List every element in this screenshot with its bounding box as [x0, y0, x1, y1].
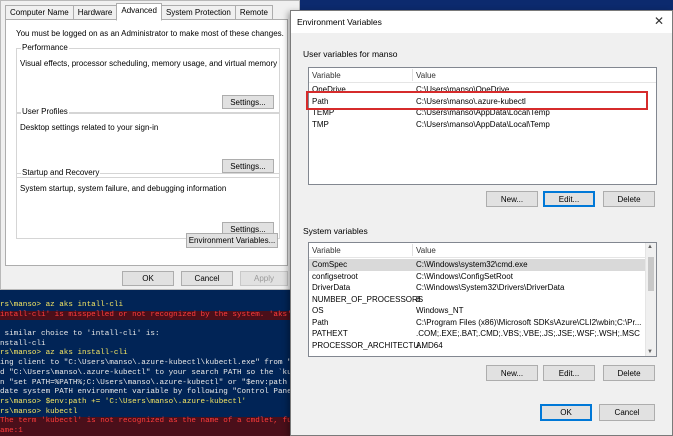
sysprops-cancel-button[interactable]: Cancel [181, 271, 233, 286]
environment-variables-button[interactable]: Environment Variables... [186, 233, 278, 248]
user-delete-button[interactable]: Delete [603, 191, 655, 207]
system-col-variable: Variable [312, 246, 341, 255]
path-highlight-box [306, 91, 648, 110]
terminal-line: similar choice to 'intall-cli' is: [0, 330, 160, 339]
tab-computer-name[interactable]: Computer Name [5, 5, 74, 20]
system-variable-var-name: configsetroot [312, 271, 358, 281]
dialog-title: Environment Variables [297, 17, 382, 27]
terminal-line: intall-cli' is misspelled or not recogni… [0, 310, 305, 321]
system-variable-var-value: Windows_NT [416, 306, 464, 315]
terminal-line: ame:1 [0, 426, 305, 436]
terminal-line: The term 'kubectl' is not recognized as … [0, 417, 305, 427]
tab-remote[interactable]: Remote [234, 5, 273, 20]
performance-desc: Visual effects, processor scheduling, me… [20, 59, 278, 68]
system-properties-dialog: Computer Name Hardware Advanced System P… [0, 0, 300, 290]
user-new-button[interactable]: New... [486, 191, 538, 207]
admin-note: You must be logged on as an Administrato… [16, 29, 284, 38]
terminal-line: rs\manso> $env:path += 'C:\Users\manso\.… [0, 397, 247, 406]
powershell-terminal[interactable]: rs\manso> az aks intall-cli intall-cli' i… [0, 285, 305, 436]
system-variable-var-value: C:\Program Files (x86)\Microsoft SDKs\Az… [416, 317, 642, 327]
system-variable-var-name: DriverData [312, 283, 351, 292]
system-new-button[interactable]: New... [486, 365, 538, 381]
user-profiles-desc: Desktop settings related to your sign-in [20, 123, 159, 132]
scroll-thumb[interactable] [648, 257, 654, 291]
system-variable-var-name: PATHEXT [312, 329, 348, 338]
system-variable-row[interactable]: PROCESSOR_ARCHITECTU... AMD64 [309, 340, 656, 352]
startup-recovery-title: Startup and Recovery [21, 168, 101, 177]
title-bar: Environment Variables ✕ [291, 11, 672, 33]
advanced-tab-panel: You must be logged on as an Administrato… [5, 19, 288, 266]
terminal-line: d "C:\Users\manso\.azure-kubectl" to you… [0, 368, 305, 377]
user-variables-list[interactable]: Variable Value OneDrive C:\Users\manso\On… [308, 67, 657, 185]
system-variable-var-value: C:\Windows\ConfigSetRoot [416, 271, 513, 281]
system-variable-row[interactable]: OS Windows_NT [309, 305, 656, 317]
tab-strip: Computer Name Hardware Advanced System P… [5, 3, 273, 21]
sysprops-ok-button[interactable]: OK [122, 271, 174, 286]
system-variable-row[interactable]: Path C:\Program Files (x86)\Microsoft SDK… [309, 317, 656, 329]
close-icon[interactable]: ✕ [654, 14, 664, 28]
system-variable-var-name: PROCESSOR_ARCHITECTU... [312, 340, 426, 350]
user-variable-var-name: TMP [312, 119, 329, 129]
user-col-value: Value [416, 71, 436, 80]
user-list-header: Variable Value [309, 68, 656, 83]
system-variable-row[interactable]: NUMBER_OF_PROCESSORS 8 [309, 294, 656, 306]
terminal-line: rs\manso> kubectl [0, 407, 78, 416]
environment-variables-dialog: Environment Variables ✕ User variables f… [290, 10, 673, 436]
scroll-up-icon[interactable]: ▲ [647, 244, 653, 250]
system-variable-var-name: Path [312, 317, 329, 327]
terminal-line: n "set PATH=%PATH%;C:\Users\manso\.azure… [0, 378, 305, 387]
user-col-variable: Variable [312, 71, 341, 80]
user-profiles-settings-button[interactable]: Settings... [222, 159, 274, 173]
terminal-line: nstall-cli [0, 339, 46, 348]
env-cancel-button[interactable]: Cancel [599, 404, 655, 421]
system-variable-row[interactable]: ComSpec C:\Windows\system32\cmd.exe [309, 259, 656, 271]
performance-group: Performance Visual effects, processor sc… [16, 43, 280, 114]
terminal-line: rs\manso> az aks install-cli [0, 349, 128, 358]
terminal-line: ing client to "C:\Users\manso\.azure-kub… [0, 359, 305, 368]
system-variable-var-name: ComSpec [312, 260, 348, 269]
tab-hardware[interactable]: Hardware [72, 5, 118, 20]
user-variable-row[interactable]: TMP C:\Users\manso\AppData\Local\Temp [309, 119, 656, 131]
system-variable-var-value: 8 [416, 294, 421, 304]
startup-recovery-desc: System startup, system failure, and debu… [20, 184, 227, 193]
tab-advanced[interactable]: Advanced [116, 3, 162, 21]
tab-system-protection[interactable]: System Protection [160, 5, 236, 20]
performance-settings-button[interactable]: Settings... [222, 95, 274, 109]
system-delete-button[interactable]: Delete [603, 365, 655, 381]
system-variables-label: System variables [303, 226, 368, 236]
system-edit-button[interactable]: Edit... [543, 365, 595, 381]
system-col-value: Value [416, 246, 436, 255]
sysprops-apply-button[interactable]: Apply [240, 271, 288, 286]
system-variable-var-value: C:\Windows\System32\Drivers\DriverData [416, 283, 565, 292]
user-edit-button[interactable]: Edit... [543, 191, 595, 207]
user-profiles-title: User Profiles [21, 107, 69, 116]
user-variables-label: User variables for manso [303, 49, 398, 59]
env-ok-button[interactable]: OK [540, 404, 592, 421]
system-variable-row[interactable]: PATHEXT .COM;.EXE;.BAT;.CMD;.VBS;.VBE;.JS… [309, 328, 656, 340]
system-list-header: Variable Value [309, 243, 656, 258]
system-variable-var-value: C:\Windows\system32\cmd.exe [416, 260, 528, 269]
startup-recovery-group: Startup and Recovery System startup, sys… [16, 168, 280, 239]
performance-title: Performance [21, 43, 69, 52]
terminal-line: rs\manso> az aks intall-cli [0, 301, 124, 309]
system-list-scrollbar[interactable]: ▲ ▼ [645, 243, 656, 356]
system-variable-row[interactable]: configsetroot C:\Windows\ConfigSetRoot [309, 271, 656, 283]
system-variable-var-name: NUMBER_OF_PROCESSORS [312, 294, 424, 304]
user-variable-var-value: C:\Users\manso\AppData\Local\Temp [416, 119, 550, 129]
system-variables-list[interactable]: Variable Value ComSpec C:\Windows\system3… [308, 242, 657, 357]
scroll-down-icon[interactable]: ▼ [647, 349, 653, 355]
system-variable-var-value: AMD64 [416, 340, 443, 350]
system-variable-row[interactable]: DriverData C:\Windows\System32\Drivers\Dr… [309, 282, 656, 294]
system-variable-var-value: .COM;.EXE;.BAT;.CMD;.VBS;.VBE;.JS;.JSE;.… [416, 329, 640, 338]
terminal-line: date system PATH environment variable by… [0, 388, 305, 397]
system-variable-var-name: OS [312, 306, 324, 315]
